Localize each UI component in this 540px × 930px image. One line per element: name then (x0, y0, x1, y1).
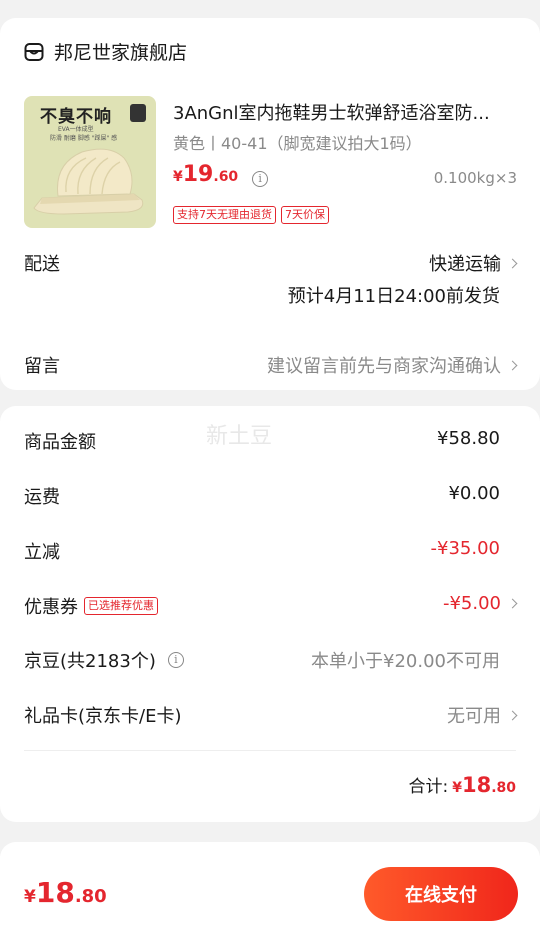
coupon-label: 优惠券 (24, 597, 78, 618)
product-image[interactable]: 不臭不响 EVA一体成型 防滑 耐磨 脚感 "踩屎" 感 (24, 96, 156, 228)
price-integer: 19 (182, 162, 214, 187)
pay-online-button[interactable]: 在线支付 (364, 867, 518, 921)
discount-value: -¥35.00 (430, 538, 500, 559)
price-decimal: .60 (213, 169, 239, 185)
order-item-card: 邦尼世家旗舰店 不臭不响 EVA一体成型 防滑 耐磨 脚感 "踩屎" 感 3An… (0, 18, 540, 390)
price-info-icon[interactable]: i (252, 171, 269, 187)
checkout-price-decimal: .80 (74, 886, 107, 907)
goods-amount-label: 商品金额 (24, 432, 96, 453)
product-quantity: 0.100kg×3 (433, 169, 517, 187)
coupon-row-label: 优惠券 已选推荐优惠 (24, 593, 158, 619)
shop-name: 邦尼世家旗舰店 (54, 42, 188, 64)
jingdou-info-icon[interactable]: i (167, 652, 184, 668)
total-decimal: .80 (491, 780, 516, 796)
giftcard-selector[interactable]: 无可用 (447, 702, 518, 728)
product-variant[interactable]: 黄色丨40-41（脚宽建议拍大1码） (173, 130, 422, 154)
total-label: 合计: (408, 777, 449, 797)
delivery-eta: 预计4月11日24:00前发货 (287, 286, 500, 307)
delivery-method: 快递运输 (429, 254, 501, 275)
jingdou-row-label: 京豆(共2183个) i (24, 647, 184, 673)
message-field[interactable]: 建议留言前先与商家沟通确认 (267, 352, 518, 378)
coupon-value: -¥5.00 (442, 593, 501, 614)
jingdou-value: 本单小于¥20.00不可用 (311, 651, 500, 672)
order-total: 合计: ¥ 18 .80 (408, 772, 516, 797)
shipping-value: ¥0.00 (448, 483, 500, 504)
giftcard-label: 礼品卡(京东卡/E卡) (24, 706, 182, 727)
message-label: 留言 (24, 356, 60, 377)
tag-7day-return: 支持7天无理由退货 (173, 206, 276, 224)
giftcard-value: 无可用 (447, 706, 501, 727)
store-icon (24, 42, 44, 61)
checkout-price-symbol: ¥ (24, 887, 36, 907)
chevron-right-icon (507, 360, 518, 370)
delivery-method-selector[interactable]: 快递运输 (429, 250, 518, 276)
slipper-illustration (33, 148, 144, 215)
product-title[interactable]: 3AnGnl室内拖鞋男士软弹舒适浴室防... (173, 99, 518, 125)
goods-amount-value: ¥58.80 (437, 428, 500, 449)
price-breakdown-card: 新土豆 商品金额 ¥58.80 运费 ¥0.00 立减 -¥35.00 优惠券 … (0, 406, 540, 822)
tag-price-protection: 7天价保 (281, 206, 329, 224)
discount-label: 立减 (24, 542, 60, 563)
chevron-right-icon (507, 598, 518, 609)
divider (24, 750, 516, 751)
jingdou-label: 京豆(共2183个) (24, 651, 156, 672)
watermark: 新土豆 (206, 424, 273, 449)
total-integer: 18 (461, 773, 492, 797)
checkout-bar: ¥ 18 .80 在线支付 (0, 856, 540, 930)
message-hint: 建议留言前先与商家沟通确认 (267, 356, 501, 377)
total-symbol: ¥ (452, 780, 462, 796)
checkout-price-integer: 18 (35, 876, 75, 909)
service-tags: 支持7天无理由退货 7天价保 (173, 206, 329, 224)
chevron-right-icon (507, 258, 518, 268)
product-price: ¥ 19 .60 i (173, 162, 269, 187)
checkout-price: ¥ 18 .80 (24, 876, 107, 909)
chevron-right-icon (507, 710, 518, 720)
coupon-selector[interactable]: -¥5.00 (442, 593, 518, 614)
shop-header[interactable]: 邦尼世家旗舰店 (24, 38, 187, 65)
coupon-recommended-tag: 已选推荐优惠 (84, 597, 158, 615)
shipping-label: 运费 (24, 487, 60, 508)
price-symbol: ¥ (173, 169, 183, 185)
delivery-label: 配送 (24, 254, 60, 275)
